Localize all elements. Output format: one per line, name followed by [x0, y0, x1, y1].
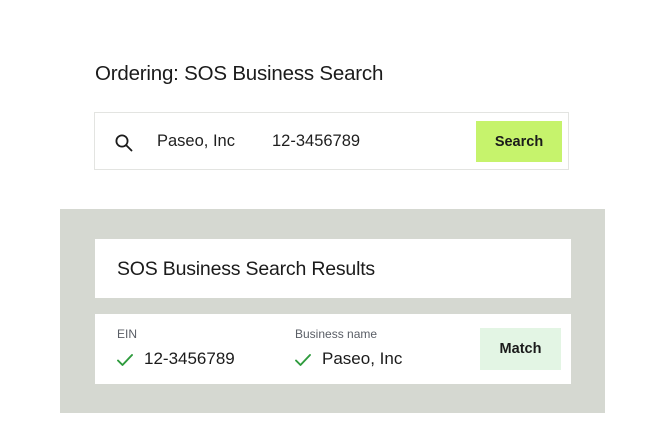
results-header: SOS Business Search Results — [95, 239, 571, 298]
match-status-badge: Match — [480, 328, 561, 370]
ein-field[interactable]: 12-3456789 — [272, 132, 360, 151]
page: Ordering: SOS Business Search Paseo, Inc… — [0, 0, 665, 448]
ein-label: EIN — [117, 327, 138, 341]
results-panel: SOS Business Search Results EIN 12-34567… — [60, 209, 605, 413]
business-name-value: Paseo, Inc — [322, 349, 403, 368]
check-icon — [295, 354, 311, 366]
results-title: SOS Business Search Results — [117, 258, 375, 280]
search-bar: Paseo, Inc 12-3456789 Search — [94, 112, 569, 170]
business-name-field[interactable]: Paseo, Inc — [157, 132, 235, 151]
check-icon — [117, 354, 133, 366]
page-title: Ordering: SOS Business Search — [95, 62, 384, 85]
search-icon — [115, 134, 133, 152]
search-button[interactable]: Search — [476, 121, 562, 162]
ein-value: 12-3456789 — [144, 349, 235, 368]
business-name-label: Business name — [295, 327, 378, 341]
result-row: EIN 12-3456789 Business name Paseo, Inc … — [95, 314, 571, 384]
